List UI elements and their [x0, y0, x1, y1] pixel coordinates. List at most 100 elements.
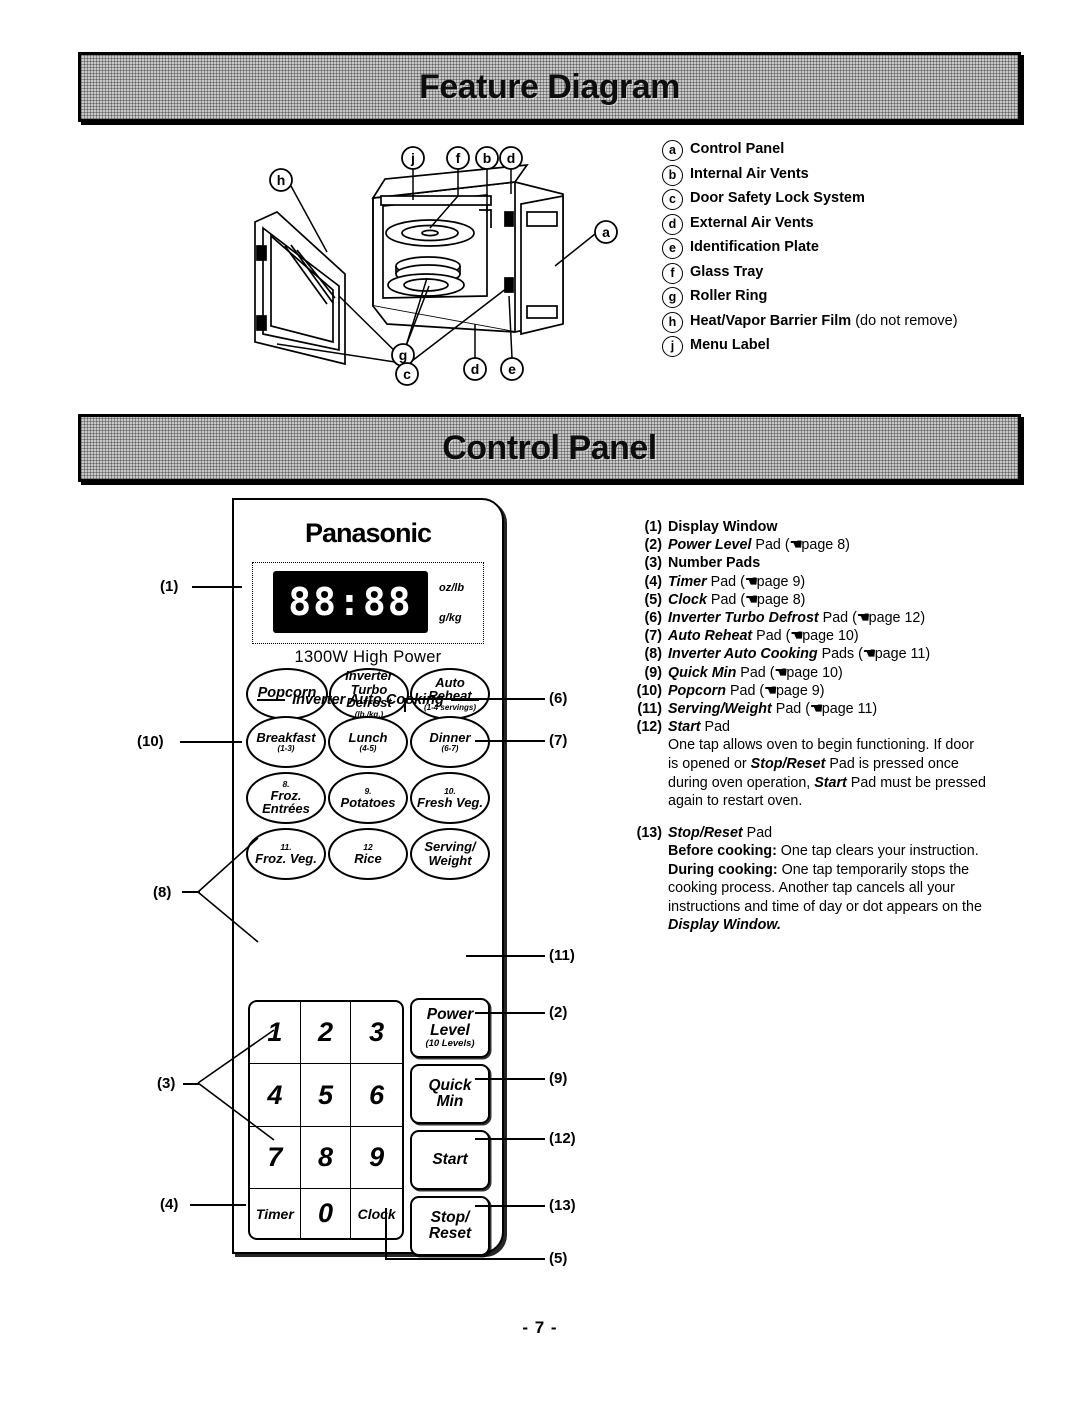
pad-lunch[interactable]: Lunch (4-5) — [328, 716, 408, 768]
key-label: Quick Min — [428, 1076, 472, 1110]
legend-row: g Roller Ring — [662, 287, 1022, 308]
callout-6-stem — [404, 698, 406, 712]
panel-item-text: Auto Reheat Pad (☚page 10) — [668, 628, 859, 645]
panel-item-row: (10) Popcorn Pad (☚page 9) — [620, 682, 1020, 700]
callout-3-fork — [197, 1029, 275, 1141]
pad-serving-weight[interactable]: Serving/Weight — [410, 828, 490, 880]
panel-item-number: (10) — [636, 682, 662, 699]
pad-label: Serving/Weight — [424, 839, 476, 868]
pad-rice[interactable]: 12 Rice — [328, 828, 408, 880]
panel-item-row: (2) Power Level Pad (☚page 8) — [620, 536, 1020, 554]
key-clock[interactable]: Clock — [351, 1189, 402, 1238]
pad-dinner[interactable]: Dinner (6-7) — [410, 716, 490, 768]
pointing-hand-icon: ☚ — [764, 682, 777, 699]
pad-breakfast[interactable]: Breakfast (1-3) — [246, 716, 326, 768]
panel-item-row: (7) Auto Reheat Pad (☚page 10) — [620, 627, 1020, 645]
legend-label: Menu Label — [690, 337, 770, 353]
panel-item-text: Stop/Reset Pad — [668, 824, 773, 841]
microwave-illustration: j f b d h a g c d e — [215, 146, 635, 386]
callout-9-leader — [475, 1078, 545, 1080]
callout-6-stem2 — [404, 698, 499, 700]
pad-froz-entrees[interactable]: 8. Froz. Entrées — [246, 772, 326, 824]
pad-label: Rice — [354, 850, 382, 866]
legend-label: Internal Air Vents — [690, 165, 809, 182]
panel-item-row: (1) Display Window — [620, 518, 1020, 536]
pointing-hand-icon: ☚ — [744, 573, 758, 590]
legend-key-circle: b — [662, 164, 683, 186]
panel-item-text: Display Window — [668, 519, 778, 535]
key-9[interactable]: 9 — [351, 1127, 402, 1190]
display-window: 88:88 oz/lb g/kg — [252, 562, 484, 644]
panel-item-row: (13) Stop/Reset Pad — [620, 824, 1020, 842]
panel-item-number: (1) — [644, 519, 662, 535]
panel-item-text: Clock Pad (☚page 8) — [668, 591, 806, 608]
key-3[interactable]: 3 — [351, 1002, 402, 1065]
legend-row: b Internal Air Vents — [662, 164, 1022, 186]
callout-2-leader — [475, 1012, 545, 1014]
callout-9: (9) — [549, 1070, 568, 1087]
svg-text:b: b — [483, 150, 492, 166]
pad-label: Breakfast — [256, 729, 316, 745]
panel-item-row: (4) Timer Pad (☚page 9) — [620, 573, 1020, 591]
callout-2: (2) — [549, 1004, 568, 1021]
key-5[interactable]: 5 — [300, 1064, 352, 1127]
callout-13-leader — [475, 1205, 545, 1207]
pointing-hand-icon: ☚ — [789, 537, 803, 554]
pointing-hand-icon: ☚ — [809, 701, 823, 718]
panel-item-number: (11) — [637, 701, 662, 718]
panel-item-text: Power Level Pad (☚page 8) — [668, 537, 850, 554]
callout-12-leader — [475, 1138, 545, 1140]
key-6[interactable]: 6 — [351, 1064, 402, 1127]
svg-text:f: f — [456, 150, 461, 166]
svg-text:e: e — [508, 361, 516, 377]
panel-item-number: (5) — [644, 591, 662, 608]
svg-text:a: a — [602, 224, 610, 240]
pad-sublabel: (6-7) — [441, 744, 459, 754]
wattage-label: 1300W High Power — [294, 648, 442, 666]
brand-logo: Panasonic — [304, 518, 432, 548]
pad-potatoes[interactable]: 9. Potatoes — [328, 772, 408, 824]
legend-label: Glass Tray — [690, 263, 764, 280]
panel-item-number: (12) — [636, 719, 662, 736]
feature-diagram-banner: Feature Diagram — [78, 52, 1021, 122]
key-power-level[interactable]: Power Level (10 Levels) — [410, 998, 490, 1058]
panel-item-row: (6) Inverter Turbo Defrost Pad (☚page 12) — [620, 609, 1020, 627]
panel-item-number: (9) — [644, 664, 662, 681]
legend-label: Control Panel — [690, 141, 785, 157]
legend-key-circle: f — [662, 262, 683, 284]
rule-left — [257, 698, 286, 702]
callout-8-fork — [197, 837, 259, 943]
legend-key-circle: j — [662, 336, 683, 357]
auto-cooking-row-3: 11. Froz. Veg. 12 Rice Serving/Weight — [246, 828, 490, 880]
legend-key-circle: d — [662, 213, 683, 235]
unit-g-kg: g/kg — [439, 611, 462, 624]
pad-fresh-veg[interactable]: 10. Fresh Veg. — [410, 772, 490, 824]
panel-item-number: (4) — [644, 573, 662, 590]
callout-10-leader — [180, 741, 242, 743]
legend-key-circle: g — [662, 287, 683, 308]
callout-13: (13) — [549, 1197, 576, 1214]
panel-item-row: (8) Inverter Auto Cooking Pads (☚page 11) — [620, 645, 1020, 663]
control-panel-item-list: (1) Display Window (2) Power Level Pad (☚pa… — [620, 518, 1020, 935]
callout-11: (11) — [549, 947, 575, 964]
control-panel-title: Control Panel — [442, 428, 657, 467]
key-8[interactable]: 8 — [300, 1126, 352, 1190]
callout-12: (12) — [549, 1130, 576, 1147]
key-quick-min[interactable]: Quick Min — [410, 1064, 490, 1124]
panel-item-text: Inverter Turbo Defrost Pad (☚page 12) — [668, 610, 926, 627]
legend-row: e Identification Plate — [662, 238, 1022, 259]
svg-text:d: d — [471, 361, 480, 377]
pad-sublabel: (4-5) — [359, 744, 377, 754]
key-timer[interactable]: Timer — [250, 1189, 301, 1238]
panel-item-number: (6) — [644, 610, 662, 627]
panel-item-text: Serving/Weight Pad (☚page 11) — [668, 701, 878, 718]
legend-key-circle: c — [662, 189, 683, 210]
panel-item-number: (7) — [644, 628, 662, 645]
display-units: oz/lb g/kg — [439, 573, 483, 633]
key-2[interactable]: 2 — [300, 1002, 352, 1065]
legend-row: d External Air Vents — [662, 213, 1022, 235]
callout-8: (8) — [153, 884, 172, 901]
svg-text:d: d — [507, 150, 516, 166]
callout-4-leader — [190, 1204, 246, 1206]
key-0[interactable]: 0 — [301, 1189, 352, 1238]
